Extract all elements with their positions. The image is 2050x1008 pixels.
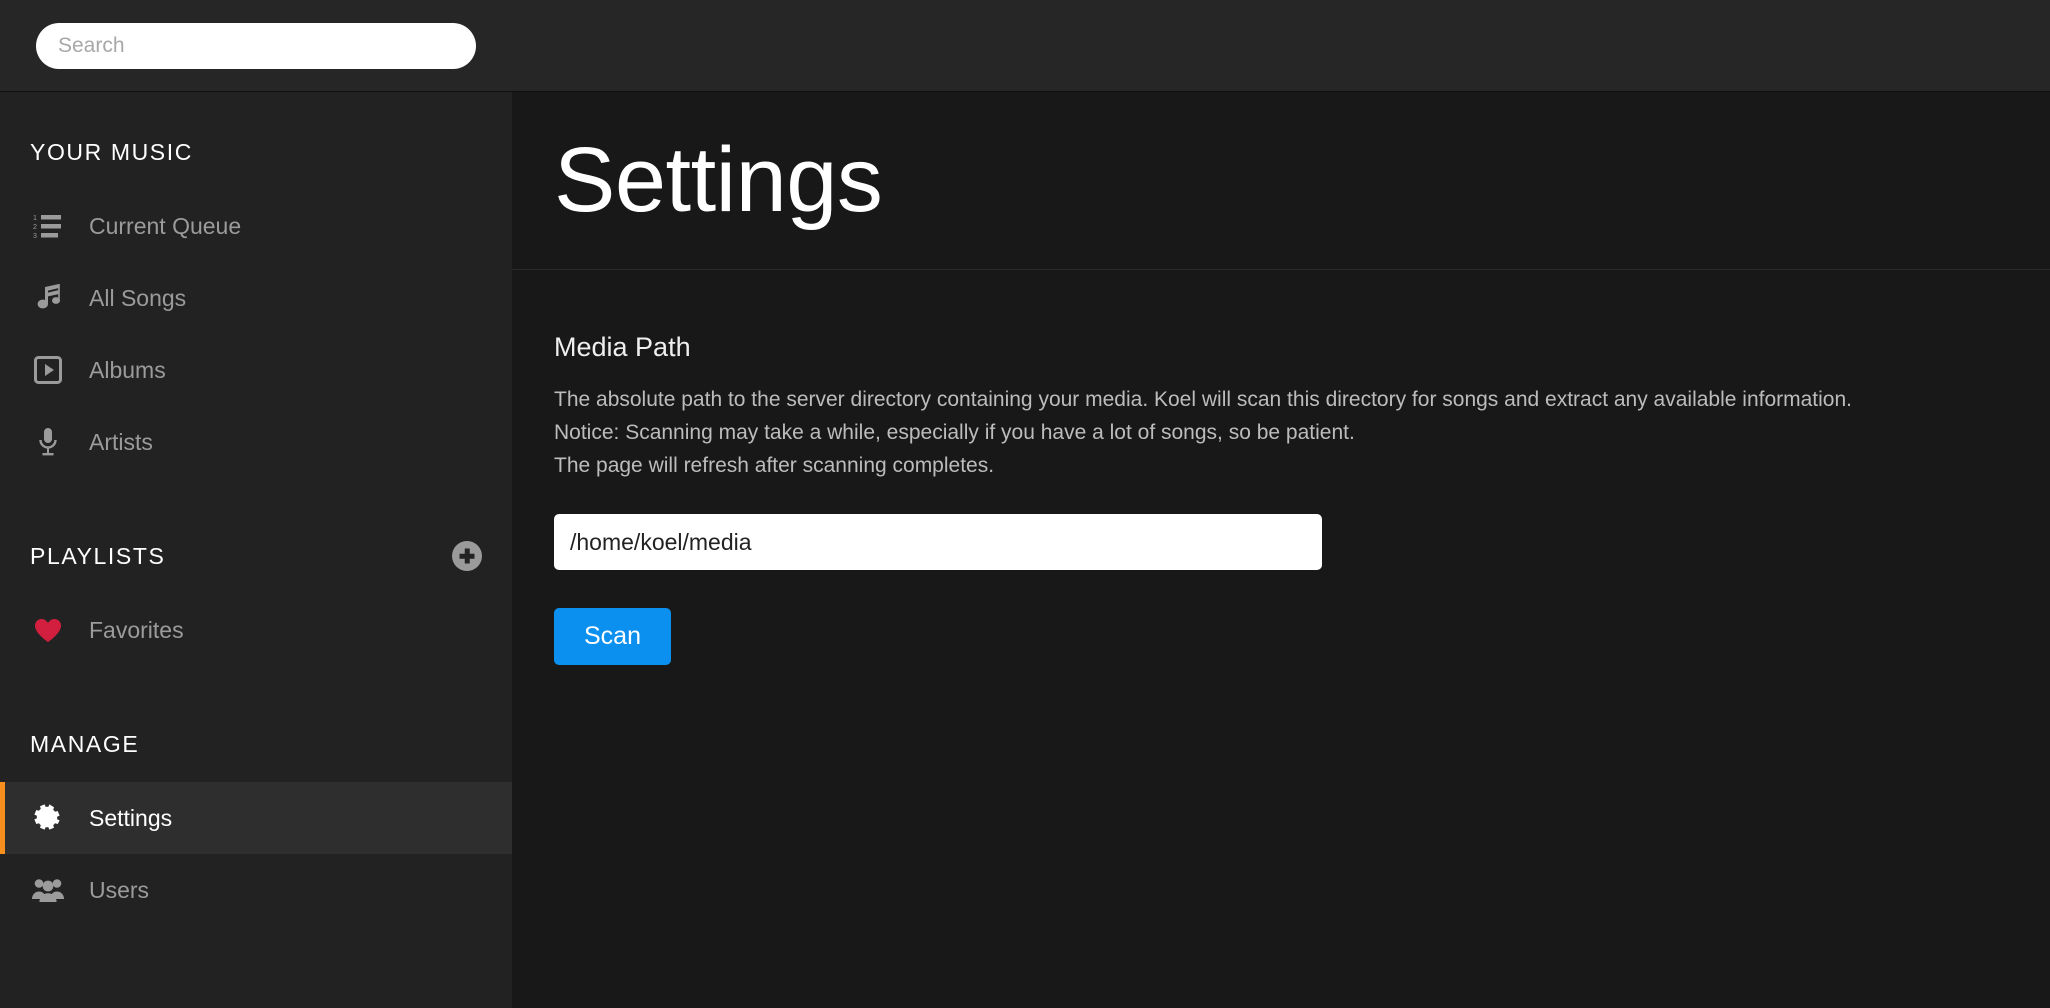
search-input[interactable]	[36, 22, 476, 69]
sidebar-section-manage: MANAGE Settings Users	[0, 722, 512, 926]
scan-button[interactable]: Scan	[554, 608, 671, 665]
media-path-description: The absolute path to the server director…	[554, 383, 2008, 482]
heart-icon	[31, 615, 65, 645]
description-line-1: The absolute path to the server director…	[554, 388, 1853, 411]
app-root: YOUR MUSIC 1 2 3	[0, 0, 2050, 1008]
numbered-list-icon: 1 2 3	[31, 211, 65, 241]
settings-form: Media Path The absolute path to the serv…	[512, 270, 2050, 665]
sidebar-manage-list: Settings Users	[0, 782, 512, 926]
sidebar-section-header: MANAGE	[0, 722, 512, 766]
body-container: YOUR MUSIC 1 2 3 Current Queue All Songs…	[0, 92, 2050, 1008]
sidebar-item-albums[interactable]: Albums	[0, 334, 512, 406]
sidebar-item-label: Settings	[89, 804, 173, 831]
sidebar: YOUR MUSIC 1 2 3 Current Queue All Songs…	[0, 92, 512, 1008]
microphone-icon	[31, 427, 65, 457]
description-line-2: Notice: Scanning may take a while, espec…	[554, 421, 1355, 444]
main-content: Settings Media Path The absolute path to…	[512, 92, 2050, 1008]
gear-icon	[31, 803, 65, 833]
description-line-3: The page will refresh after scanning com…	[554, 454, 995, 477]
sidebar-item-label: Artists	[89, 428, 153, 455]
sidebar-section-title: PLAYLISTS	[30, 542, 166, 569]
sidebar-playlist-list: Favorites	[0, 594, 512, 666]
media-path-label: Media Path	[554, 332, 691, 362]
sidebar-nav-list: 1 2 3 Current Queue All Songs Albums Art…	[0, 190, 512, 478]
svg-text:3: 3	[33, 233, 37, 239]
media-path-input[interactable]	[554, 514, 1322, 570]
sidebar-item-label: Users	[89, 876, 150, 903]
sidebar-section-your-music: YOUR MUSIC 1 2 3 Current Queue All Songs…	[0, 130, 512, 478]
add-playlist-button[interactable]	[452, 541, 482, 571]
sidebar-item-current-queue[interactable]: 1 2 3 Current Queue	[0, 190, 512, 262]
sidebar-section-title: MANAGE	[30, 730, 140, 757]
sidebar-item-favorites[interactable]: Favorites	[0, 594, 512, 666]
top-bar	[0, 0, 2050, 92]
sidebar-section-header: PLAYLISTS	[0, 534, 512, 578]
users-group-icon	[31, 875, 65, 905]
sidebar-item-users[interactable]: Users	[0, 854, 512, 926]
search-container	[0, 22, 476, 69]
sidebar-section-title: YOUR MUSIC	[30, 138, 193, 165]
sidebar-item-label: Albums	[89, 356, 166, 383]
page-title: Settings	[554, 129, 883, 231]
music-note-icon	[31, 283, 65, 313]
sidebar-section-header: YOUR MUSIC	[0, 130, 512, 174]
svg-text:1: 1	[33, 215, 37, 222]
page-header: Settings	[512, 92, 2050, 270]
svg-text:2: 2	[33, 224, 37, 231]
sidebar-item-label: Current Queue	[89, 212, 242, 239]
album-play-icon	[31, 355, 65, 385]
sidebar-item-label: Favorites	[89, 616, 184, 643]
sidebar-item-settings[interactable]: Settings	[0, 782, 512, 854]
sidebar-item-all-songs[interactable]: All Songs	[0, 262, 512, 334]
sidebar-item-label: All Songs	[89, 284, 187, 311]
sidebar-section-playlists: PLAYLISTS Favorites	[0, 534, 512, 666]
sidebar-item-artists[interactable]: Artists	[0, 406, 512, 478]
